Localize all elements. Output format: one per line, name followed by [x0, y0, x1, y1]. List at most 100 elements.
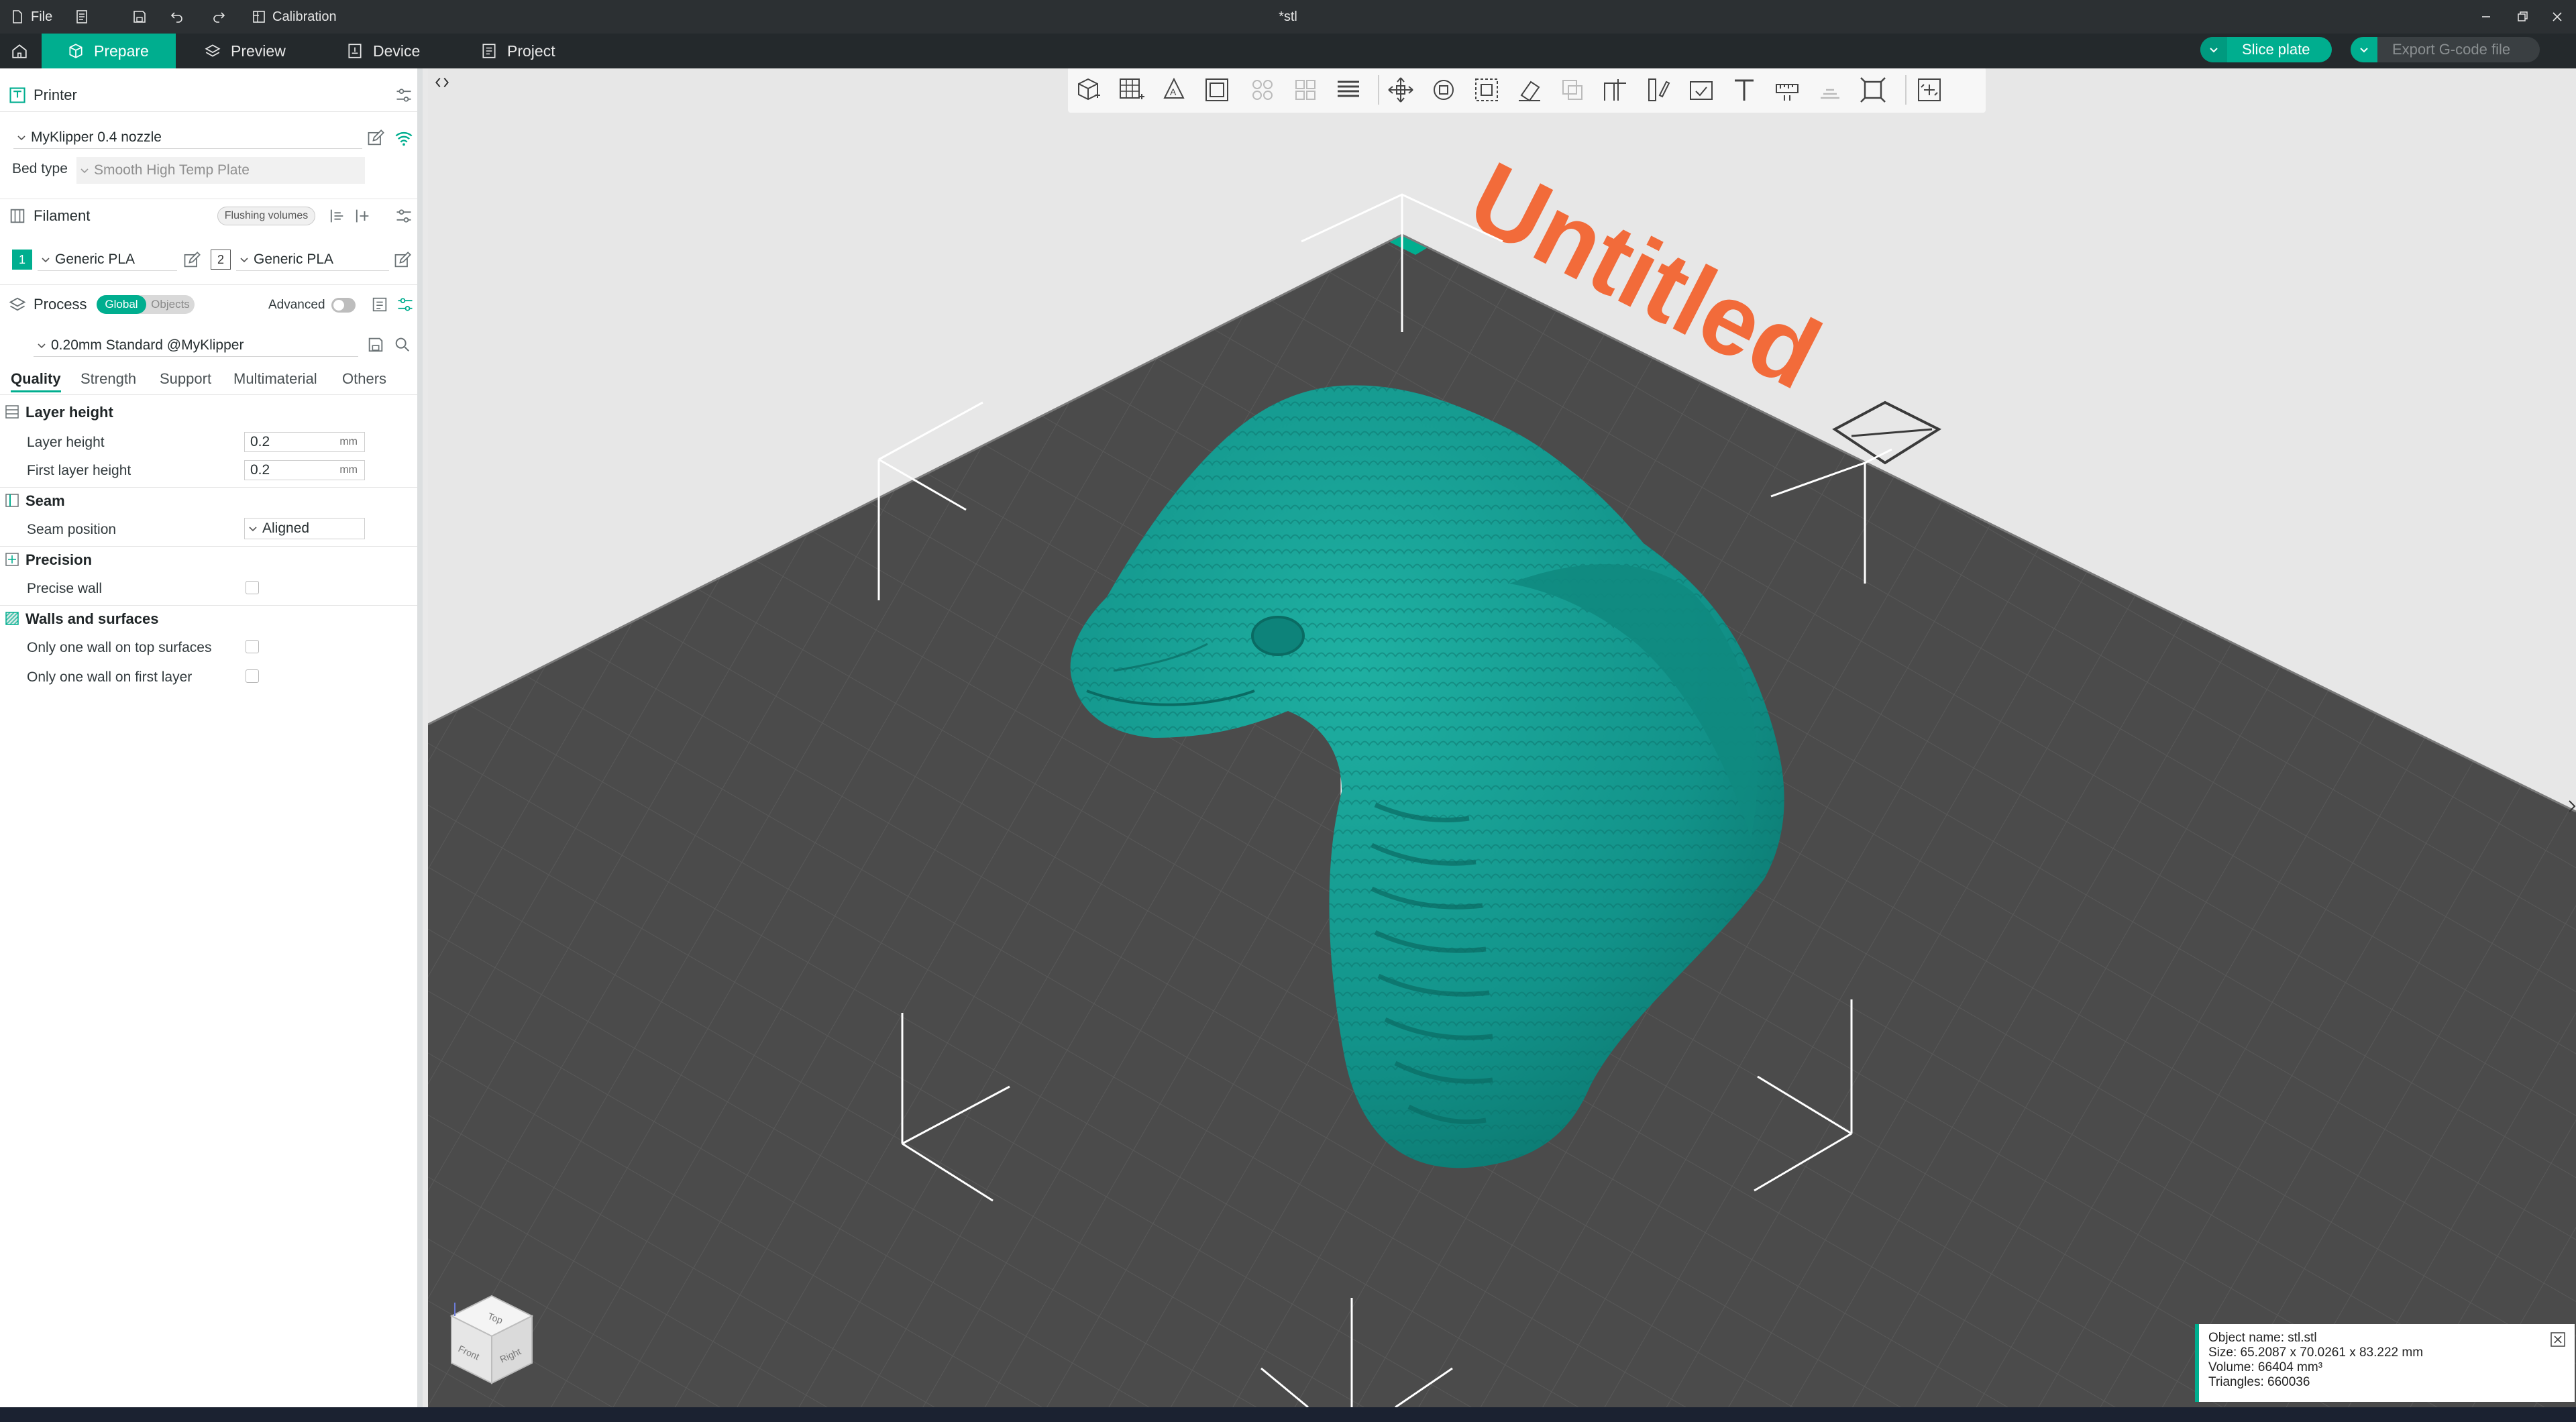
- split-parts-button[interactable]: [1289, 74, 1322, 106]
- tab-strength[interactable]: Strength: [80, 370, 136, 388]
- variable-layer-button[interactable]: [1332, 74, 1364, 106]
- measure-icon: [1776, 84, 1799, 101]
- filament-slot-1-select[interactable]: Generic PLA: [38, 248, 177, 271]
- slice-dropdown[interactable]: [2200, 37, 2227, 62]
- add-plate-button[interactable]: [1115, 74, 1147, 106]
- tab-others[interactable]: Others: [342, 370, 386, 388]
- file-menu[interactable]: File: [9, 0, 52, 34]
- tab-preview[interactable]: Preview: [204, 34, 298, 68]
- one-wall-top-label: Only one wall on top surfaces: [27, 640, 212, 655]
- tab-multimaterial[interactable]: Multimaterial: [233, 370, 317, 388]
- advanced-switch[interactable]: [331, 298, 356, 313]
- filament-slot-2-select[interactable]: Generic PLA: [236, 248, 389, 271]
- edit-icon[interactable]: [182, 251, 201, 270]
- layer-height-input[interactable]: 0.2 mm: [244, 432, 365, 452]
- menu-icon-button[interactable]: [74, 0, 90, 34]
- collapse-sidebar-icon[interactable]: [433, 74, 451, 91]
- measure-tool[interactable]: [1771, 74, 1803, 106]
- printer-settings-icon[interactable]: [394, 86, 413, 105]
- home-button[interactable]: [0, 34, 39, 68]
- restore-button[interactable]: [2505, 0, 2540, 34]
- edit-icon[interactable]: [393, 251, 412, 270]
- filament-settings-icon[interactable]: [394, 207, 413, 225]
- build-plate-scene[interactable]: Untitled: [428, 68, 2576, 1407]
- orient-icon: A: [1163, 77, 1185, 99]
- remove-filament-icon[interactable]: [327, 207, 346, 225]
- close-window-button[interactable]: [2540, 0, 2575, 34]
- save-preset-icon[interactable]: [366, 335, 385, 354]
- boolean-tool[interactable]: [1556, 74, 1589, 106]
- one-wall-first-checkbox[interactable]: [246, 669, 259, 683]
- seam-position-select[interactable]: Aligned: [244, 518, 365, 539]
- filament-slot-2-badge[interactable]: 2: [211, 250, 231, 270]
- tab-project[interactable]: Project: [480, 34, 574, 68]
- chevron-down-icon: [17, 135, 25, 140]
- file-menu-label: File: [31, 9, 53, 24]
- tab-quality[interactable]: Quality: [11, 370, 61, 392]
- split-objects-button[interactable]: [1246, 74, 1279, 106]
- redo-button[interactable]: [211, 0, 227, 34]
- support-paint-tool[interactable]: [1642, 74, 1674, 106]
- tab-prepare[interactable]: Prepare: [42, 34, 176, 68]
- first-layer-height-input[interactable]: 0.2 mm: [244, 460, 365, 480]
- add-filament-icon[interactable]: [353, 207, 372, 225]
- bed-type-select[interactable]: Smooth High Temp Plate: [76, 157, 365, 184]
- process-settings-icon[interactable]: [396, 295, 415, 314]
- arrange-button[interactable]: [1201, 74, 1233, 106]
- printer-icon: [9, 87, 25, 103]
- export-gcode-button[interactable]: Export G-code file: [2351, 37, 2540, 62]
- add-cube-icon: [1078, 78, 1100, 101]
- cut-tool[interactable]: [1599, 74, 1631, 106]
- auto-orient-button[interactable]: A: [1158, 74, 1190, 106]
- divider: [0, 394, 417, 395]
- add-object-button[interactable]: [1072, 74, 1104, 106]
- save-button[interactable]: [131, 0, 148, 34]
- tab-support[interactable]: Support: [160, 370, 211, 388]
- plate-lock-icon[interactable]: [1832, 400, 1942, 465]
- text-icon: [1735, 79, 1754, 101]
- toggle-global[interactable]: Global: [97, 295, 146, 314]
- object-volume: Volume: 66404 mm³: [2208, 1360, 2323, 1374]
- scale-tool[interactable]: [1470, 74, 1503, 106]
- one-wall-top-checkbox[interactable]: [246, 640, 259, 653]
- unit-label: mm: [339, 464, 358, 476]
- search-icon[interactable]: [393, 335, 412, 354]
- object-info-panel: Object name: stl.stl Size: 65.2087 x 70.…: [2195, 1324, 2575, 1402]
- move-tool[interactable]: [1385, 74, 1417, 106]
- toggle-objects[interactable]: Objects: [146, 295, 195, 314]
- tab-device[interactable]: Device: [346, 34, 433, 68]
- seam-paint-tool[interactable]: [1685, 74, 1717, 106]
- minimize-button[interactable]: [2469, 0, 2504, 34]
- first-layer-height-value: 0.2: [250, 462, 270, 478]
- tab-project-label: Project: [507, 42, 555, 60]
- precision-icon: [5, 553, 19, 566]
- slice-plate-button[interactable]: Slice plate: [2200, 37, 2332, 62]
- assembly-icon: [1821, 89, 1839, 99]
- calibration-menu[interactable]: Calibration: [251, 0, 337, 34]
- precise-wall-checkbox[interactable]: [246, 581, 259, 594]
- undo-button[interactable]: [169, 0, 185, 34]
- view-cube[interactable]: Top Front Right: [441, 1289, 542, 1397]
- rotate-icon: [1434, 80, 1454, 100]
- wifi-icon[interactable]: [394, 129, 413, 148]
- close-icon[interactable]: [2551, 1332, 2565, 1347]
- text-tool[interactable]: [1728, 74, 1760, 106]
- chevron-down-icon: [240, 257, 248, 262]
- flushing-volumes-button[interactable]: Flushing volumes: [217, 207, 315, 225]
- rotate-tool[interactable]: [1428, 74, 1460, 106]
- scroll-marker-icon: [2569, 800, 2576, 812]
- explode-view-button[interactable]: [1913, 74, 1945, 106]
- global-objects-toggle[interactable]: Global Objects: [97, 295, 195, 314]
- printer-preset-select[interactable]: MyKlipper 0.4 nozzle: [13, 126, 362, 149]
- export-dropdown[interactable]: [2351, 37, 2377, 62]
- 3d-toolbar: A: [1068, 68, 1986, 113]
- lay-on-face-tool[interactable]: [1513, 74, 1546, 106]
- main-tab-bar: Prepare Preview Device Project: [0, 34, 2576, 68]
- edit-icon[interactable]: [366, 129, 385, 148]
- bounding-box-tool[interactable]: [1857, 74, 1889, 106]
- process-preset-select[interactable]: 0.20mm Standard @MyKlipper: [34, 334, 358, 357]
- 3d-viewport[interactable]: Untitled Top Front Right A: [428, 68, 2576, 1407]
- compare-icon[interactable]: [370, 295, 389, 314]
- assembly-tool[interactable]: [1814, 74, 1846, 106]
- filament-slot-1-badge[interactable]: 1: [12, 250, 32, 270]
